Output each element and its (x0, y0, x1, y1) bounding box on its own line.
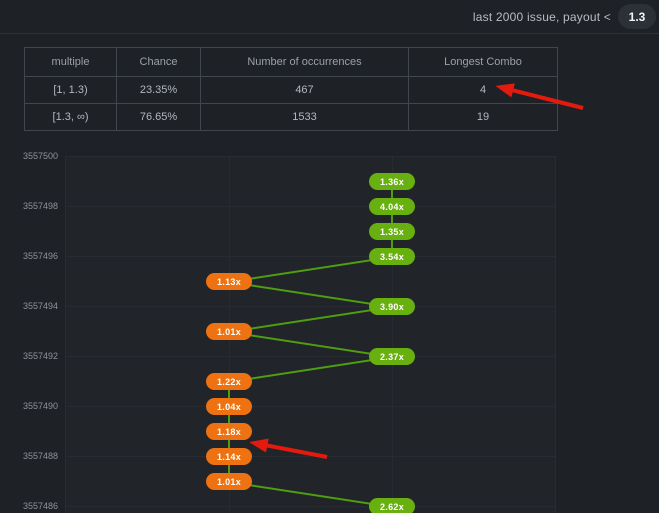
header-divider (0, 33, 659, 34)
multiplier-badge-3557486[interactable]: 2.62x (369, 498, 415, 513)
y-axis-tick-label: 3557490 (3, 401, 58, 411)
multiplier-badge-3557488[interactable]: 1.14x (206, 448, 252, 465)
multiplier-badge-3557497[interactable]: 1.35x (369, 223, 415, 240)
multiplier-badge-3557494[interactable]: 3.90x (369, 298, 415, 315)
multiplier-badge-3557491[interactable]: 1.22x (206, 373, 252, 390)
arrow-to-badge-1.18x (254, 443, 327, 457)
col-header-multiple: multiple (25, 48, 117, 77)
multiplier-badge-3557490[interactable]: 1.04x (206, 398, 252, 415)
table-header-row: multiple Chance Number of occurrences Lo… (25, 48, 558, 77)
cell-longest-combo-high: 19 (409, 104, 558, 131)
y-axis-tick-label: 3557498 (3, 201, 58, 211)
cell-occurrences-low: 467 (201, 77, 409, 104)
col-header-occurrences: Number of occurrences (201, 48, 409, 77)
cell-multiple-low: [1, 1.3) (25, 77, 117, 104)
multiplier-badge-3557499[interactable]: 1.36x (369, 173, 415, 190)
cell-chance-low: 23.35% (117, 77, 201, 104)
y-axis-tick-label: 3557496 (3, 251, 58, 261)
page: last 2000 issue, payout < 1.3 multiple C… (0, 0, 659, 513)
filter-label: last 2000 issue, payout < (473, 10, 611, 24)
filter-bar: last 2000 issue, payout < 1.3 (0, 0, 659, 33)
multiplier-badge-3557489[interactable]: 1.18x (206, 423, 252, 440)
multiplier-badge-3557498[interactable]: 4.04x (369, 198, 415, 215)
y-axis-tick-label: 3557492 (3, 351, 58, 361)
stats-table: multiple Chance Number of occurrences Lo… (24, 47, 558, 131)
col-header-longest-combo: Longest Combo (409, 48, 558, 77)
multiplier-badge-3557496[interactable]: 3.54x (369, 248, 415, 265)
table-row: [1.3, ∞) 76.65% 1533 19 (25, 104, 558, 131)
payout-threshold-value[interactable]: 1.3 (618, 4, 656, 29)
multiplier-badge-3557487[interactable]: 1.01x (206, 473, 252, 490)
col-header-chance: Chance (117, 48, 201, 77)
multiplier-badge-3557493[interactable]: 1.01x (206, 323, 252, 340)
cell-chance-high: 76.65% (117, 104, 201, 131)
cell-multiple-high: [1.3, ∞) (25, 104, 117, 131)
cell-longest-combo-low: 4 (409, 77, 558, 104)
multiplier-badge-3557492[interactable]: 2.37x (369, 348, 415, 365)
multiplier-badge-3557495[interactable]: 1.13x (206, 273, 252, 290)
cell-occurrences-high: 1533 (201, 104, 409, 131)
y-axis-tick-label: 3557500 (3, 151, 58, 161)
table-row: [1, 1.3) 23.35% 467 4 (25, 77, 558, 104)
y-axis-tick-label: 3557488 (3, 451, 58, 461)
y-axis-tick-label: 3557494 (3, 301, 58, 311)
y-axis-tick-label: 3557486 (3, 501, 58, 511)
